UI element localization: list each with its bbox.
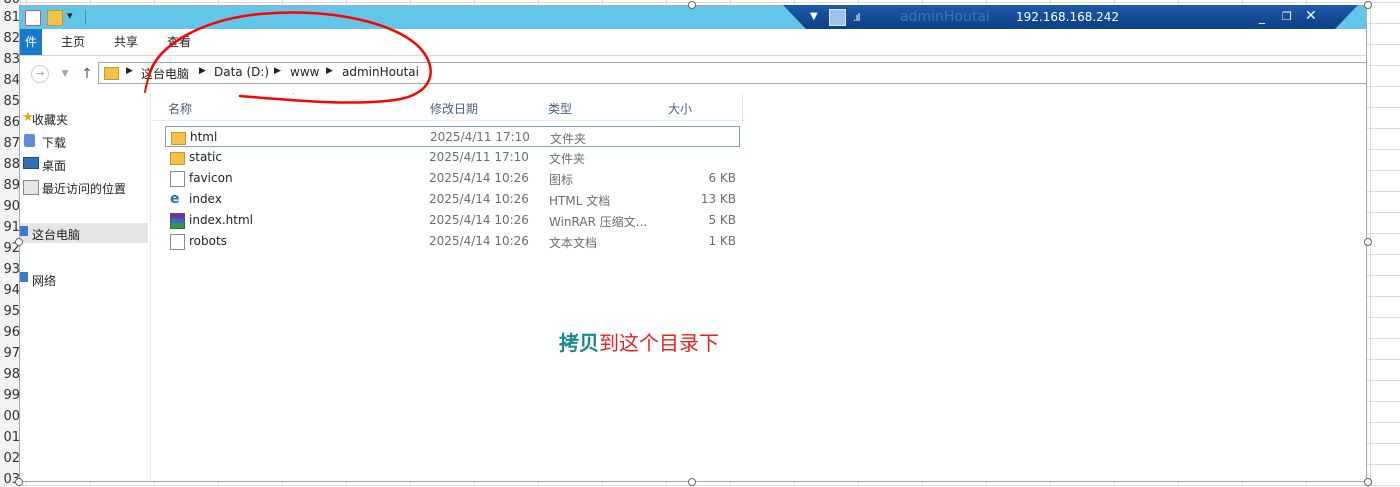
- annotation-copy-text: 拷贝: [559, 331, 599, 355]
- red-circle-annotation: [144, 11, 432, 104]
- copy-instruction-annotation: 拷贝到这个目录下: [559, 327, 719, 356]
- annotation-destination-text: 到这个目录下: [599, 331, 719, 355]
